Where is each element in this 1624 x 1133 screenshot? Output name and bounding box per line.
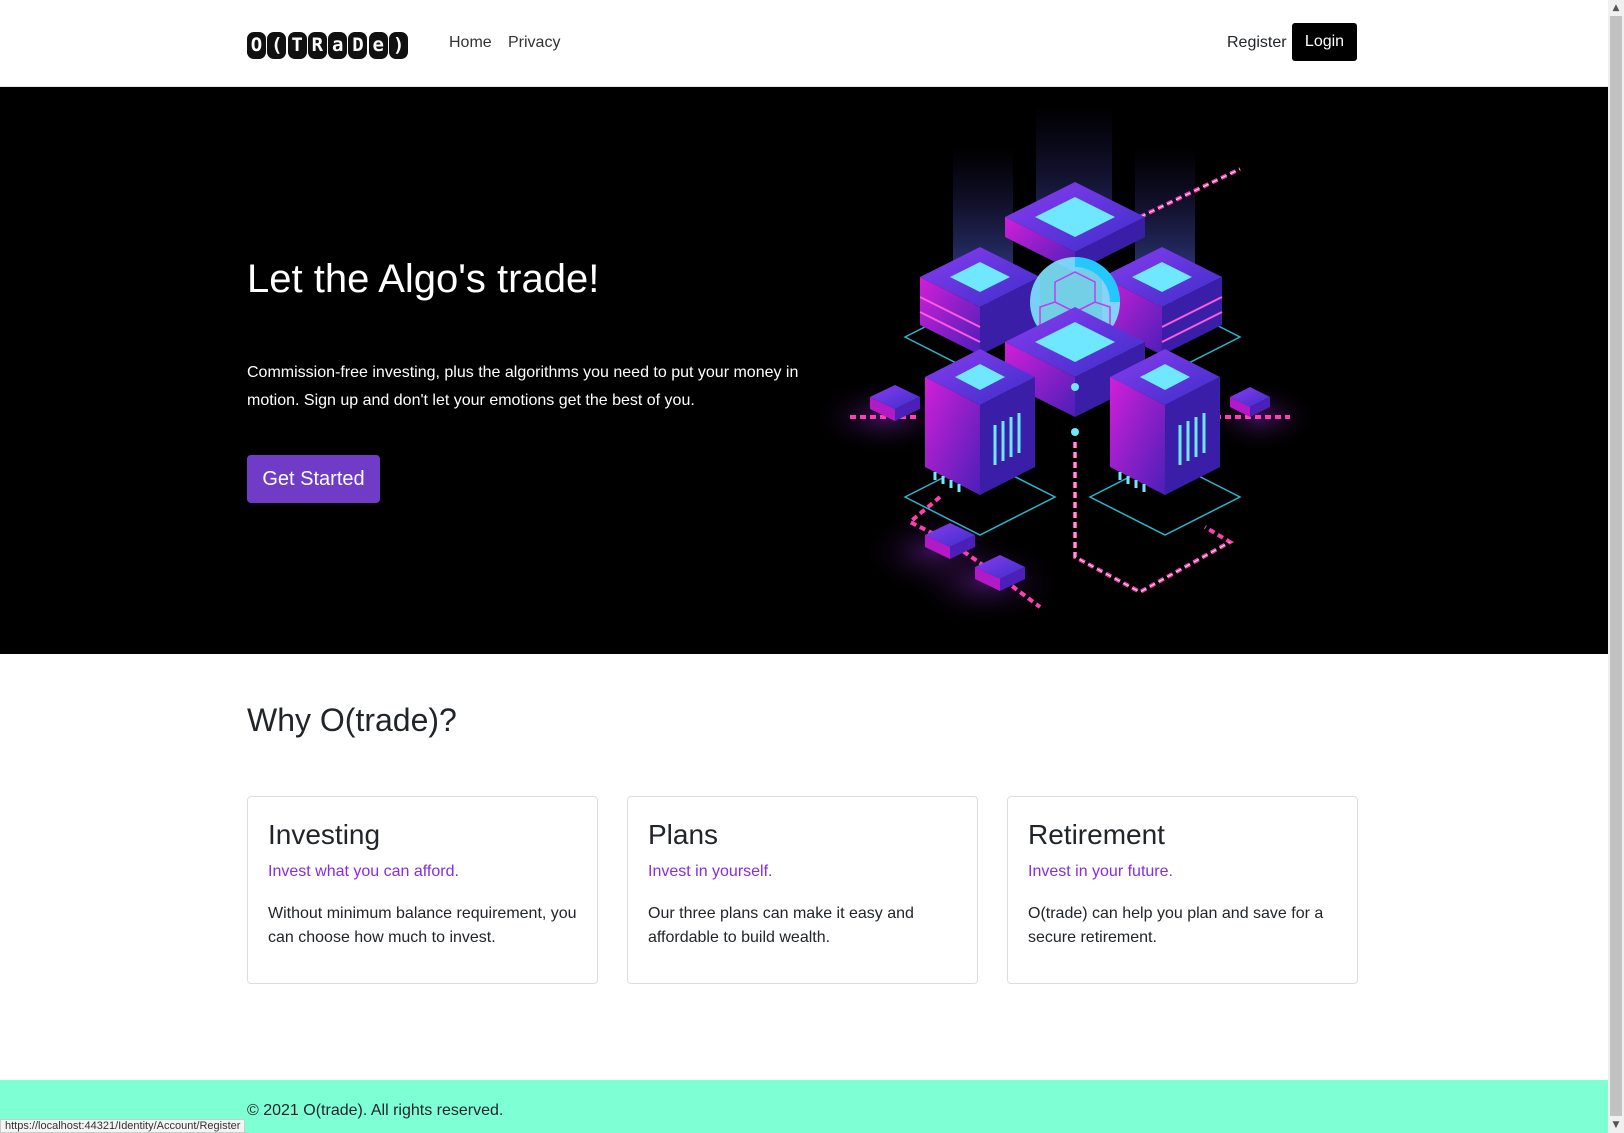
hero-section: Let the Algo's trade! Commission-free in…	[0, 87, 1608, 654]
card-title: Retirement	[1028, 819, 1165, 850]
card-text: Our three plans can make it easy and aff…	[648, 905, 914, 946]
scroll-down-icon[interactable]: ▼	[1608, 1117, 1624, 1133]
feature-card-plans: Plans Invest in yourself. Our three plan…	[627, 796, 978, 984]
card-text: Without minimum balance requirement, you…	[268, 905, 577, 946]
server-cluster-illustration	[810, 105, 1320, 627]
hero-title: Let the Algo's trade!	[247, 257, 600, 301]
logo-char: (	[267, 32, 287, 59]
scroll-thumb[interactable]	[1610, 16, 1622, 1116]
card-subtitle: Invest in your future.	[1028, 863, 1173, 880]
card-title: Plans	[648, 819, 719, 850]
feature-card-retirement: Retirement Invest in your future. O(trad…	[1007, 796, 1358, 984]
nav-privacy-link[interactable]: Privacy	[508, 34, 560, 52]
hero-description: Commission-free investing, plus the algo…	[247, 364, 799, 409]
card-text: O(trade) can help you plan and save for …	[1028, 905, 1324, 946]
logo-char: D	[348, 32, 368, 59]
logo-char: R	[307, 32, 327, 59]
why-section-title: Why O(trade)?	[247, 702, 457, 738]
logo-char: )	[389, 32, 409, 59]
logo-char: O	[247, 32, 266, 59]
feature-card-investing: Investing Invest what you can afford. Wi…	[247, 796, 598, 984]
login-button[interactable]: Login	[1292, 23, 1357, 61]
nav-home-link[interactable]: Home	[449, 34, 492, 52]
scroll-up-icon[interactable]: ▲	[1608, 0, 1624, 16]
register-link[interactable]: Register	[1227, 34, 1287, 52]
logo-char: e	[368, 32, 388, 59]
navbar: O(T Ra De) Home Privacy Register Login	[0, 0, 1608, 87]
copyright-text: © 2021 O(trade). All rights reserved.	[247, 1102, 504, 1119]
card-title: Investing	[268, 819, 381, 850]
card-subtitle: Invest what you can afford.	[268, 863, 459, 880]
get-started-button[interactable]: Get Started	[247, 455, 380, 503]
logo-char: a	[328, 32, 348, 59]
browser-status-url: https://localhost:44321/Identity/Account…	[0, 1119, 246, 1133]
vertical-scrollbar[interactable]: ▲ ▼	[1608, 0, 1624, 1133]
card-subtitle: Invest in yourself.	[648, 863, 773, 880]
logo-char: T	[287, 32, 307, 59]
logo[interactable]: O(T Ra De)	[247, 30, 425, 61]
